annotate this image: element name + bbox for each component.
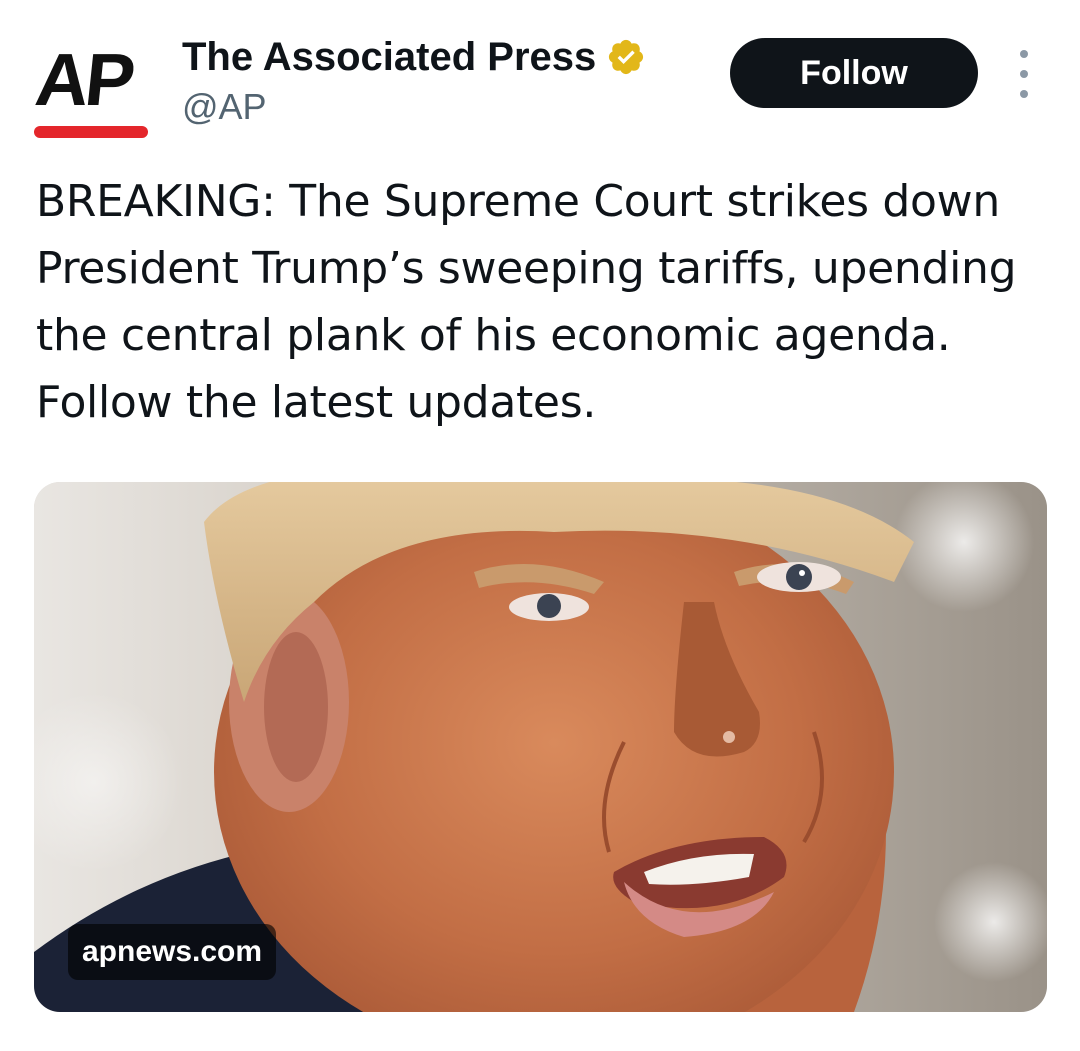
more-dot <box>1020 70 1028 78</box>
handle[interactable]: @AP <box>182 86 646 128</box>
account-info[interactable]: The Associated Press @AP <box>182 30 646 130</box>
tweet-text: BREAKING: The Supreme Court strikes down… <box>36 176 1017 428</box>
follow-button[interactable]: Follow <box>730 38 978 108</box>
more-dot <box>1020 50 1028 58</box>
display-name[interactable]: The Associated Press <box>182 35 596 80</box>
tweet-header: AP The Associated Press @AP Follow <box>0 0 1080 160</box>
more-dot <box>1020 90 1028 98</box>
ap-logo-underline <box>34 126 148 138</box>
source-domain-badge[interactable]: apnews.com <box>68 924 277 980</box>
more-vertical-icon[interactable] <box>1004 50 1044 98</box>
ap-logo-text: AP <box>31 38 136 121</box>
avatar[interactable]: AP <box>28 30 158 145</box>
display-name-row: The Associated Press <box>182 30 646 84</box>
link-card-image[interactable]: apnews.com <box>34 482 1047 1012</box>
verified-badge-icon <box>609 39 644 75</box>
